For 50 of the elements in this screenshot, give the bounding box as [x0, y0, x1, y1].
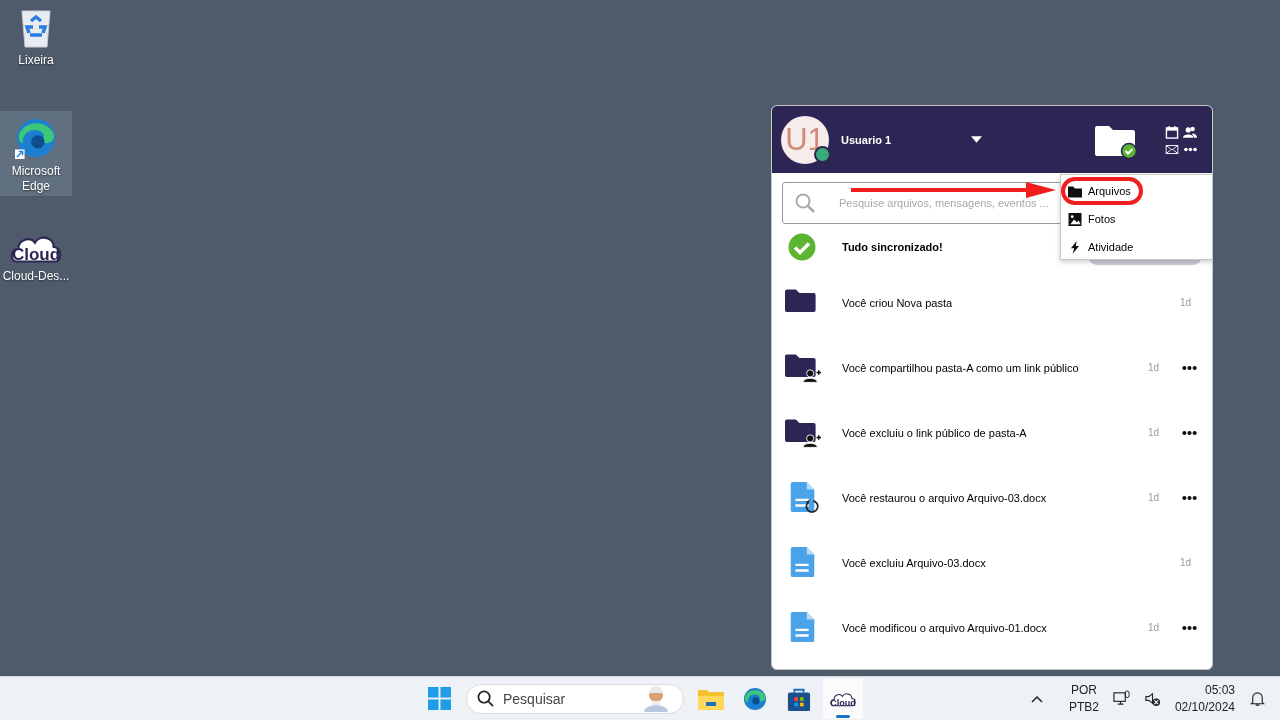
- store-icon: [786, 686, 812, 711]
- start-icon[interactable]: [428, 687, 451, 710]
- activity-text: Você compartilhou pasta-A como um link público: [842, 361, 1080, 374]
- activity-time: 1d: [1179, 297, 1191, 308]
- sync-status: Tudo sincronizado!: [842, 241, 943, 253]
- taskbar-app[interactable]: Cloud: [823, 678, 863, 719]
- icon-label: Lixeira: [17, 53, 55, 68]
- folder-icon[interactable]: [1095, 124, 1137, 159]
- desktop-icon[interactable]: Lixeira: [0, 0, 72, 75]
- caret-icon[interactable]: [971, 136, 982, 143]
- more-icon[interactable]: [1182, 364, 1197, 371]
- search-icon: [795, 193, 815, 213]
- activity-time: 1d: [1179, 557, 1191, 568]
- clock-time[interactable]: 05:03: [1204, 681, 1235, 699]
- desktop-icon[interactable]: Microsoft Edge: [0, 111, 72, 196]
- network-icon[interactable]: [1112, 690, 1130, 707]
- clock-date[interactable]: 02/10/2024: [1174, 698, 1235, 716]
- activity-time: 1d: [1147, 362, 1159, 373]
- taskbar-search[interactable]: Pesquisar: [466, 683, 684, 714]
- more-icon[interactable]: [1183, 146, 1198, 152]
- search-icon: [477, 690, 494, 707]
- browser-icon: [742, 686, 768, 711]
- activity-text: Você excluiu o link público de pasta-A: [842, 426, 1028, 439]
- more-icon[interactable]: [1182, 494, 1197, 501]
- desktop-icon[interactable]: Cloud Cloud-Des...: [0, 218, 72, 303]
- activity-time: 1d: [1147, 622, 1159, 633]
- activity-time: 1d: [1147, 427, 1159, 438]
- menu-item[interactable]: Atividade: [1061, 233, 1212, 261]
- people-icon[interactable]: [1183, 125, 1197, 139]
- language-indicator[interactable]: POR: [1070, 681, 1097, 699]
- browser-icon: [15, 116, 57, 160]
- folder-icon: [1068, 184, 1082, 198]
- icon-label: Cloud-Des...: [1, 269, 71, 284]
- activity-text: Você modificou o arquivo Arquivo-01.docx: [842, 621, 1048, 634]
- language-indicator[interactable]: PTB2: [1068, 698, 1099, 716]
- icon-label: Microsoft Edge: [10, 164, 62, 194]
- more-icon[interactable]: [1182, 429, 1197, 436]
- image-icon: [1068, 212, 1082, 226]
- more-icon[interactable]: [1182, 624, 1197, 631]
- activity-text: Você excluiu Arquivo-03.docx: [842, 556, 987, 569]
- activity-text: Você restaurou o arquivo Arquivo-03.docx: [842, 491, 1048, 504]
- chevron-up-icon[interactable]: [1030, 694, 1043, 703]
- speaker-muted-icon[interactable]: [1143, 690, 1161, 707]
- user-name: Usuario 1: [841, 133, 893, 146]
- notification-bell-icon[interactable]: [1249, 690, 1266, 707]
- activity-time: 1d: [1147, 492, 1159, 503]
- activity-text: Você criou Nova pasta: [842, 296, 954, 309]
- calendar-icon[interactable]: [1165, 125, 1179, 139]
- search-input[interactable]: Pesquisar: [503, 690, 633, 707]
- mail-icon[interactable]: [1165, 144, 1179, 154]
